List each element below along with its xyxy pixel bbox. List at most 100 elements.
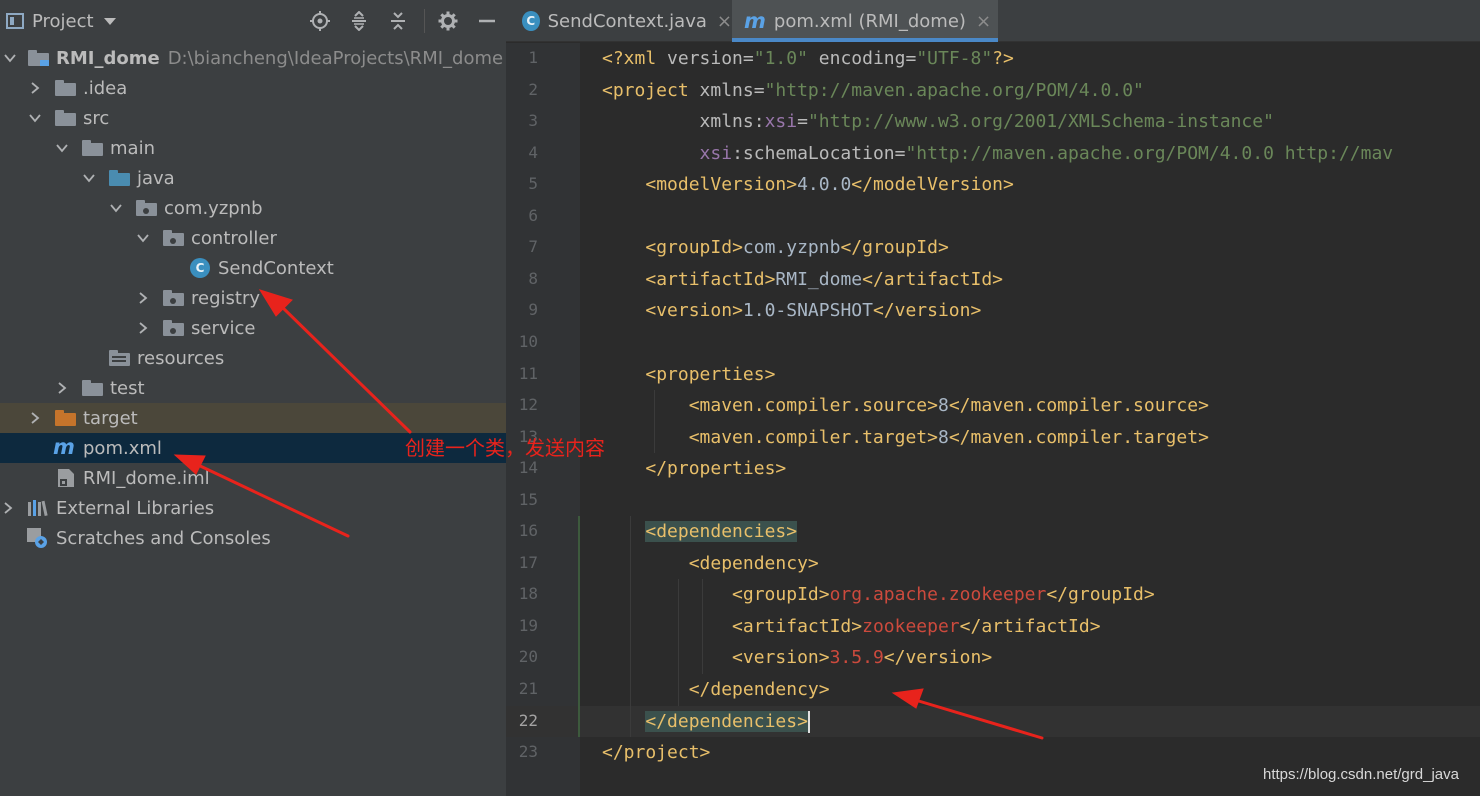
line-number: 22 [518,710,538,730]
tree-item-src[interactable]: src [0,103,506,133]
tree-item-rmi-dome-iml[interactable]: RMI_dome.iml [0,463,506,493]
code-line: <project xmlns="http://maven.apache.org/… [602,79,1144,101]
chevron-right-icon[interactable] [56,382,68,394]
tree-item-service[interactable]: service [0,313,506,343]
tree-item-label: java [137,167,175,189]
line-number: 10 [518,331,538,351]
folder-icon [55,110,76,126]
code-line: <maven.compiler.target>8</maven.compiler… [688,426,1209,448]
package-icon [163,230,184,246]
line-number: 2 [528,79,538,99]
chevron-right-icon[interactable] [137,292,149,304]
tree-item-com-yzpnb[interactable]: com.yzpnb [0,193,506,223]
line-number: 15 [518,489,538,509]
code-line: <properties> [645,363,776,385]
code-line: </dependency> [688,679,830,700]
hide-icon[interactable] [476,10,498,32]
tree-item-java[interactable]: java [0,163,506,193]
code-line: <artifactId>RMI_dome</artifactId> [645,268,1004,290]
line-number: 20 [518,647,538,667]
line-number: 4 [528,142,538,162]
source-folder-icon [109,170,130,186]
tree-item-external-libraries[interactable]: External Libraries [0,493,506,523]
chevron-right-icon[interactable] [29,412,41,424]
tree-item-idea[interactable]: .idea [0,73,506,103]
project-view-selector[interactable]: Project [6,8,116,34]
chevron-right-icon[interactable] [29,82,41,94]
code-line: </properties> [645,458,787,480]
code-line: </dependencies> [645,710,810,733]
code-editor[interactable]: <?xml version="1.0" encoding="UTF-8"?> <p… [580,43,1480,796]
chevron-down-icon[interactable] [29,112,41,124]
package-icon [163,290,184,306]
code-line: <maven.compiler.source>8</maven.compiler… [688,395,1209,417]
code-line: <?xml version="1.0" encoding="UTF-8"?> [602,48,1014,69]
tree-item-sendcontext[interactable]: C SendContext [0,253,506,283]
java-class-icon: C [190,258,210,278]
project-tool-window: Project RMI_dome D:\biancheng\IdeaProject… [0,0,506,796]
expand-all-icon[interactable] [348,10,370,32]
line-number: 12 [518,395,538,415]
tree-item-scratches[interactable]: Scratches and Consoles [0,523,506,553]
project-panel-header: Project [0,0,506,42]
close-icon[interactable]: × [717,11,732,32]
chevron-down-icon[interactable] [83,172,95,184]
code-line: xsi:schemaLocation="http://maven.apache.… [699,142,1394,164]
close-icon[interactable]: × [976,11,991,32]
collapse-all-icon[interactable] [387,10,409,32]
line-number: 6 [528,205,538,225]
tree-item-label: .idea [83,77,128,99]
chevron-down-icon[interactable] [56,142,68,154]
locate-icon[interactable] [309,10,331,32]
gear-icon[interactable] [437,10,459,32]
tree-item-label: test [110,377,145,399]
watermark: https://blog.csdn.net/grd_java [1263,766,1459,783]
code-line: <dependency> [688,552,819,574]
annotation-label: 创建一个类，发送内容 [405,436,605,460]
line-number: 18 [518,584,538,604]
project-panel-title: Project [32,10,94,32]
chevron-down-icon[interactable] [137,232,149,244]
code-line: <dependencies> [645,521,798,543]
line-number: 8 [528,268,538,288]
tab-sendcontext-java[interactable]: C SendContext.java × [506,0,732,42]
chevron-down-icon [103,17,116,25]
line-number: 1 [528,48,538,67]
code-line: <version>3.5.9</version> [732,647,993,669]
tree-item-target[interactable]: target [0,403,506,433]
code-line: <version>1.0-SNAPSHOT</version> [645,300,982,322]
maven-icon: m [744,9,766,33]
tree-item-label: service [191,317,256,339]
code-line: <groupId>com.yzpnb</groupId> [645,237,949,259]
line-number: 5 [528,174,538,194]
tab-pom-xml[interactable]: m pom.xml (RMI_dome) × [732,0,998,42]
tree-item-test[interactable]: test [0,373,506,403]
chevron-down-icon[interactable] [110,202,122,214]
line-number: 16 [518,521,538,541]
chevron-right-icon[interactable] [137,322,149,334]
module-name: RMI_dome [56,47,160,69]
tree-item-label: External Libraries [56,497,215,519]
tree-item-label: main [110,137,155,159]
tab-label: pom.xml (RMI_dome) [773,10,966,32]
chevron-right-icon[interactable] [2,502,14,514]
code-line: xmlns:xsi="http://www.w3.org/2001/XMLSch… [699,111,1274,133]
line-number: 3 [528,111,538,131]
code-line: <artifactId>zookeeper</artifactId> [732,615,1101,637]
tree-item-label: pom.xml [83,437,162,459]
editor-area: C SendContext.java × m pom.xml (RMI_dome… [506,0,1480,796]
tree-item-controller[interactable]: controller [0,223,506,253]
tree-item-main[interactable]: main [0,133,506,163]
line-number: 7 [528,237,538,257]
module-folder-icon [28,50,49,66]
tree-item-resources[interactable]: resources [0,343,506,373]
iml-file-icon [57,468,75,488]
chevron-down-icon[interactable] [4,52,16,64]
tree-item-label: Scratches and Consoles [56,527,271,549]
folder-icon [82,380,103,396]
tree-item-label: target [83,407,138,429]
tree-item-registry[interactable]: registry [0,283,506,313]
tree-item-rmi-dome[interactable]: RMI_dome D:\biancheng\IdeaProjects\RMI_do… [0,43,506,73]
resources-folder-icon [109,350,130,366]
line-number: 11 [518,363,538,383]
